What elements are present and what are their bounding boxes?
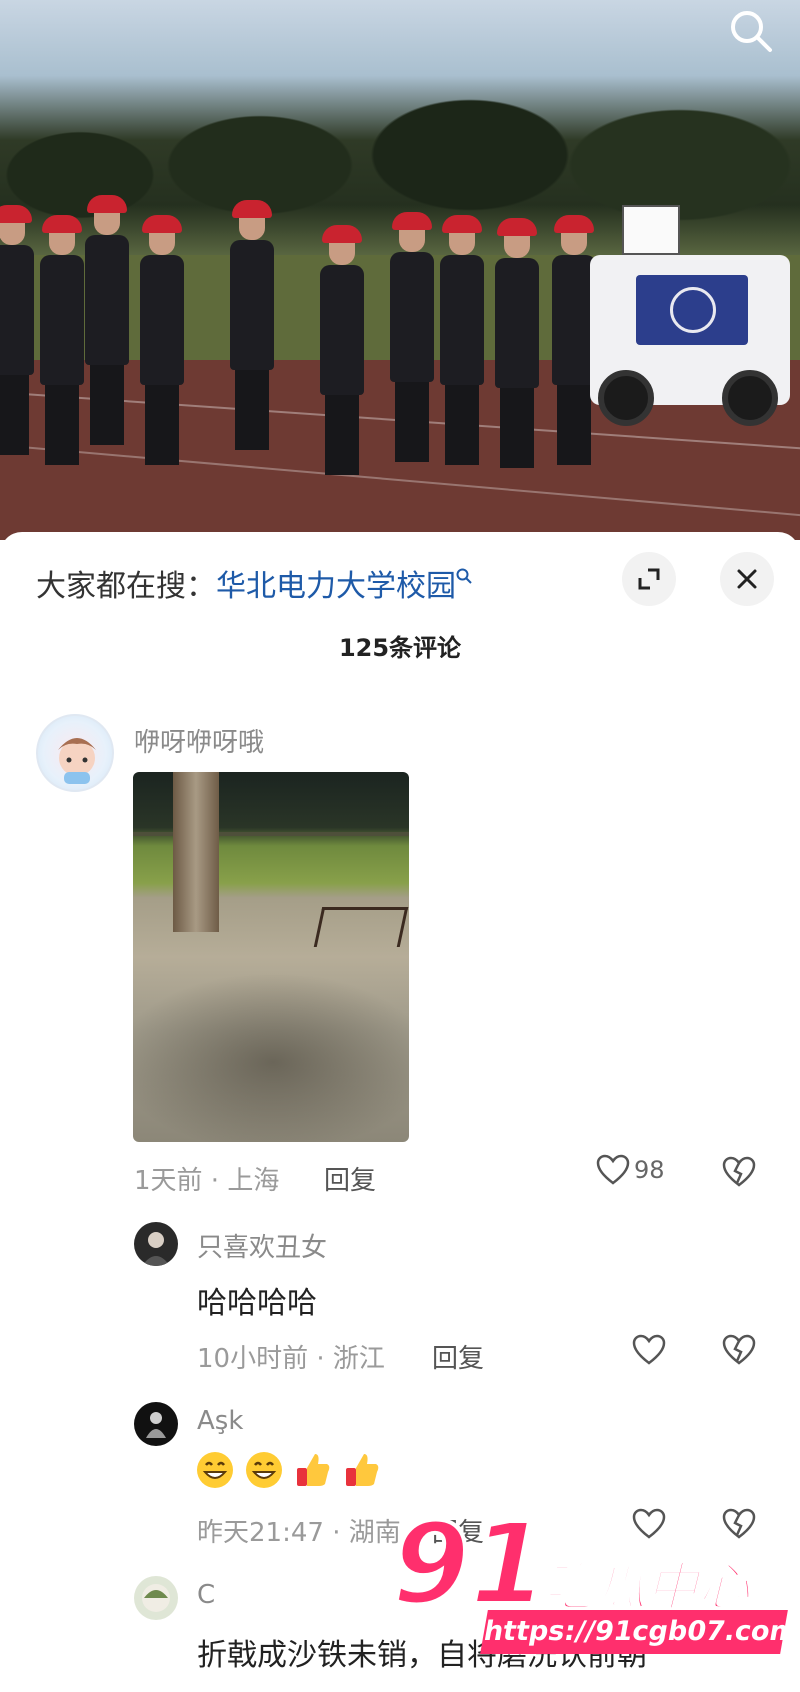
reply-button[interactable]: 回复 xyxy=(432,1338,484,1375)
close-icon xyxy=(737,569,757,589)
robot-sign xyxy=(622,205,680,255)
student-figure xyxy=(495,218,539,468)
robot-wheel xyxy=(722,370,778,426)
thumbs-up-emoji xyxy=(297,1454,330,1486)
reply-button[interactable]: 回复 xyxy=(324,1160,376,1197)
delivery-robot xyxy=(590,205,790,426)
expand-icon xyxy=(638,568,660,590)
close-button[interactable] xyxy=(720,552,774,606)
student-figure xyxy=(0,205,34,455)
comment-meta: 昨天21:47 · 湖南 xyxy=(197,1518,401,1548)
search-icon[interactable] xyxy=(728,8,774,54)
comment-image[interactable] xyxy=(133,772,409,1142)
avatar[interactable] xyxy=(36,714,114,792)
watermark-url: https://91cgb07.com xyxy=(480,1610,800,1654)
student-figure xyxy=(40,215,84,465)
student-figure xyxy=(320,225,364,475)
student-figure xyxy=(85,195,129,445)
avatar[interactable] xyxy=(134,1402,178,1446)
search-icon xyxy=(456,568,472,584)
image-shadow xyxy=(133,972,409,1142)
student-figure xyxy=(440,215,484,465)
robot-banner xyxy=(636,275,748,345)
video-player[interactable] xyxy=(0,0,800,540)
avatar-illustration xyxy=(142,1232,170,1266)
avatar-illustration xyxy=(146,1412,166,1438)
username[interactable]: 只喜欢丑女 xyxy=(197,1227,327,1264)
avatar[interactable] xyxy=(134,1576,178,1620)
student-figure xyxy=(230,200,274,450)
avatar-illustration xyxy=(142,1584,170,1612)
comment-text: 哈哈哈哈 xyxy=(197,1286,317,1321)
image-tree-trunk xyxy=(173,772,219,932)
expand-button[interactable] xyxy=(622,552,676,606)
site-watermark: 91 吃瓜中心 https://91cgb07.com xyxy=(390,1500,800,1655)
trending-search[interactable]: 大家都在搜：华北电力大学校园 xyxy=(36,562,596,612)
watermark-number: 91 xyxy=(390,1500,550,1630)
grin-emoji xyxy=(246,1452,283,1488)
comment-meta: 10小时前 · 浙江 xyxy=(197,1344,385,1374)
avatar[interactable] xyxy=(134,1222,178,1266)
username[interactable]: Aşk xyxy=(197,1406,243,1436)
broken-heart-icon[interactable] xyxy=(722,1334,756,1366)
broken-heart-icon[interactable] xyxy=(722,1156,756,1188)
robot-wheel xyxy=(598,370,654,426)
heart-icon[interactable] xyxy=(632,1334,666,1366)
like-button[interactable]: 98 xyxy=(596,1154,665,1186)
like-count: 98 xyxy=(634,1156,665,1184)
username[interactable]: 咿呀咿呀哦 xyxy=(134,722,264,759)
trending-search-query[interactable]: 华北电力大学校园 xyxy=(216,569,456,604)
trending-search-label: 大家都在搜： xyxy=(36,569,216,604)
watermark-title: 吃瓜中心 xyxy=(541,1557,751,1619)
heart-icon xyxy=(596,1154,630,1185)
comment-count: 125条评论 xyxy=(338,634,462,662)
thumbs-up-emoji xyxy=(346,1454,379,1486)
grin-emoji xyxy=(197,1452,233,1488)
avatar-illustration xyxy=(58,738,96,784)
comment-emoji-row xyxy=(195,1450,386,1490)
student-figure xyxy=(390,212,434,462)
username[interactable]: C xyxy=(197,1580,215,1610)
student-figure xyxy=(140,215,184,465)
image-bench xyxy=(313,907,409,947)
comment-meta: 1天前 · 上海 xyxy=(134,1166,280,1196)
